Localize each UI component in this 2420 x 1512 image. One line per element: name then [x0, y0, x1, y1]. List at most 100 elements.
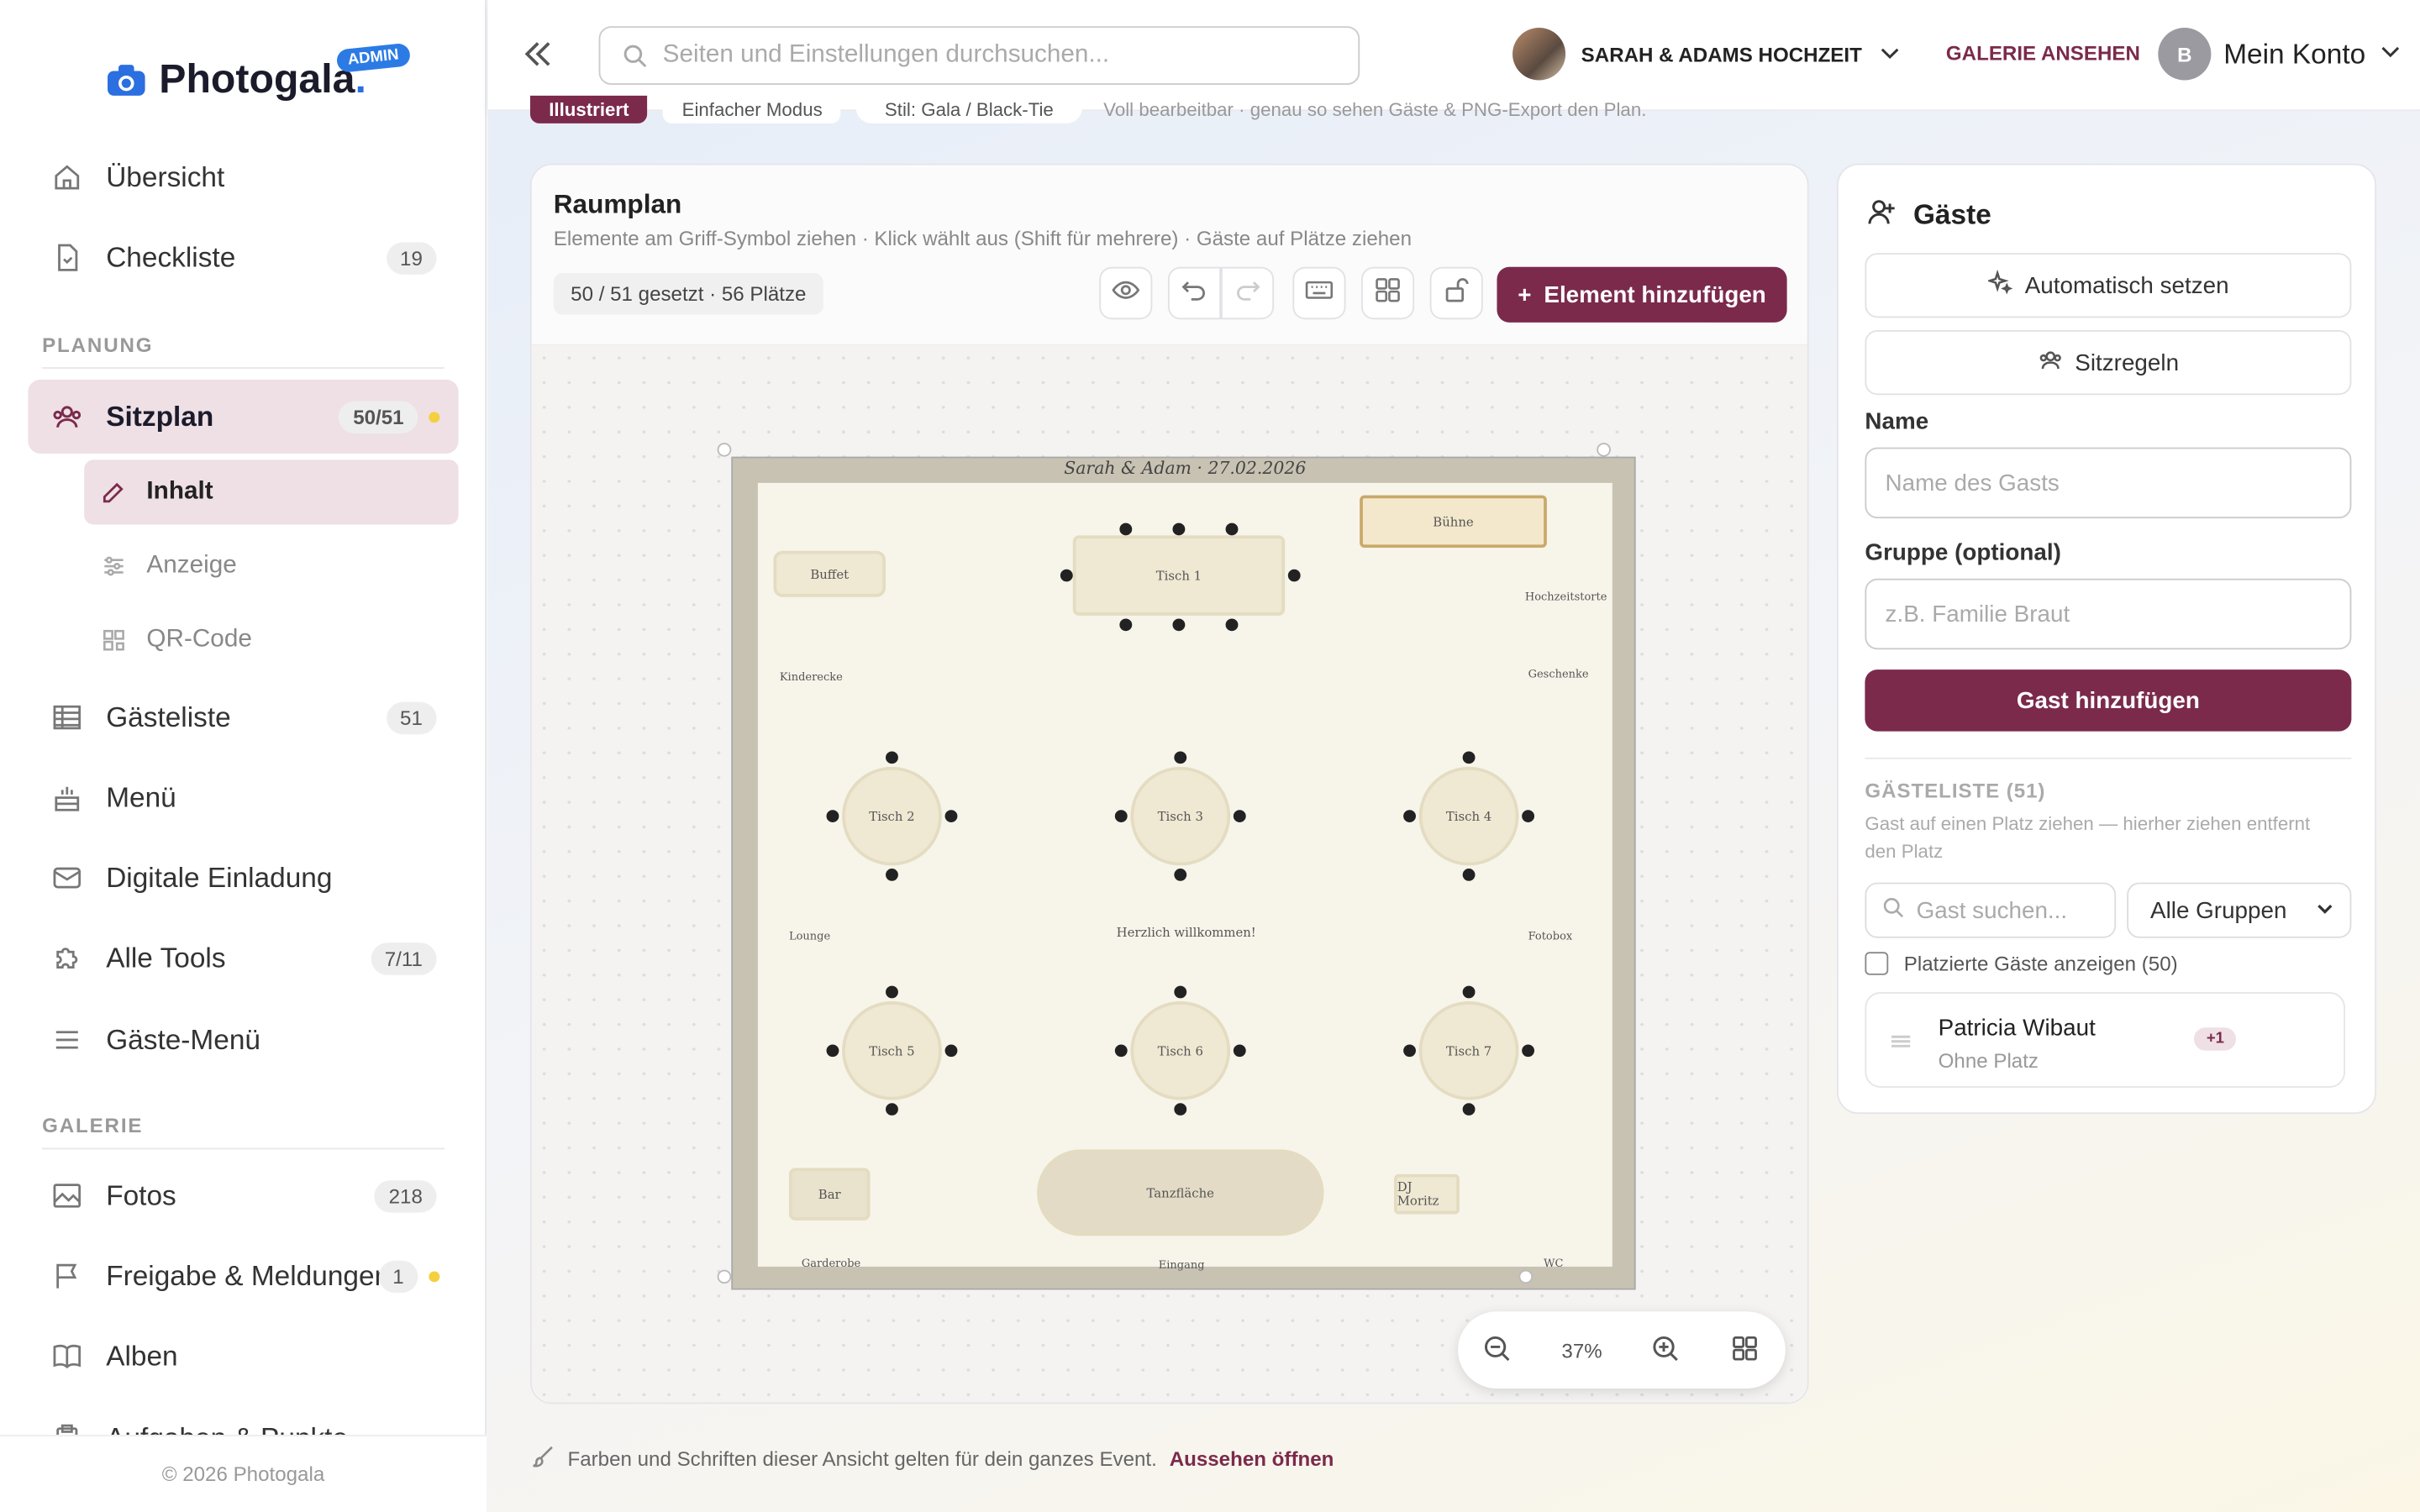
- nav-gaeste-menu[interactable]: Gäste-Menü: [28, 1005, 458, 1075]
- table-1[interactable]: Tisch 1: [1072, 535, 1286, 616]
- event-switcher[interactable]: SARAH & ADAMS HOCHZEIT: [1512, 28, 1902, 81]
- room[interactable]: Sarah & Adam · 27.02.2026 Buffet Bühne H…: [717, 443, 1636, 1290]
- guest-name-input[interactable]: Name des Gasts: [1865, 447, 2352, 519]
- tab-einfacher-modus[interactable]: Einfacher Modus: [663, 95, 841, 123]
- nav-alle-tools[interactable]: Alle Tools 7/11: [28, 922, 458, 993]
- redo-button[interactable]: [1221, 266, 1275, 320]
- chair[interactable]: [1060, 569, 1073, 582]
- guest-group-input[interactable]: z.B. Familie Braut: [1865, 578, 2352, 650]
- chair[interactable]: [1174, 751, 1187, 764]
- add-element-button[interactable]: + Element hinzufügen: [1497, 266, 1787, 323]
- chair[interactable]: [1172, 522, 1186, 536]
- chair[interactable]: [944, 1044, 958, 1058]
- chair[interactable]: [944, 810, 958, 822]
- chair[interactable]: [1462, 1103, 1476, 1116]
- resize-handle[interactable]: [1597, 443, 1611, 457]
- logo[interactable]: Photogala.: [106, 55, 366, 103]
- resize-handle[interactable]: [1518, 1269, 1534, 1284]
- nav-freigabe[interactable]: Freigabe & Meldungen 1: [28, 1241, 458, 1311]
- tab-illustriert[interactable]: Illustriert: [529, 95, 648, 123]
- zoom-out-icon[interactable]: [1482, 1332, 1513, 1368]
- name-label: Name: [1865, 408, 1929, 435]
- chair[interactable]: [1225, 618, 1239, 632]
- show-placed-checkbox[interactable]: Platzierte Gäste anzeigen (50): [1865, 952, 2178, 975]
- table-5[interactable]: Tisch 5: [842, 1001, 942, 1100]
- table-7[interactable]: Tisch 7: [1418, 1001, 1519, 1100]
- nav-gaesteliste[interactable]: Gästeliste 51: [28, 682, 458, 753]
- chair[interactable]: [886, 1103, 898, 1116]
- dj-booth[interactable]: DJ Moritz: [1393, 1173, 1460, 1215]
- chair[interactable]: [1114, 810, 1128, 822]
- buehne-label: Bühne: [1433, 514, 1474, 529]
- chair[interactable]: [826, 1044, 839, 1058]
- chair[interactable]: [886, 869, 898, 881]
- nav-checkliste[interactable]: Checkliste 19: [28, 222, 458, 292]
- nav-fotos[interactable]: Fotos 218: [28, 1160, 458, 1231]
- preview-button[interactable]: [1099, 266, 1153, 320]
- geschenke-label: Geschenke: [1528, 668, 1589, 680]
- auto-assign-button[interactable]: Automatisch setzen: [1865, 253, 2352, 318]
- appearance-link[interactable]: Aussehen öffnen: [1170, 1447, 1334, 1471]
- style-selector[interactable]: Stil: Gala / Black-Tie: [856, 95, 1082, 123]
- chair[interactable]: [826, 810, 839, 822]
- chair[interactable]: [1119, 522, 1133, 536]
- guest-search-input[interactable]: Gast suchen...: [1865, 882, 2117, 938]
- buehne[interactable]: Bühne: [1360, 495, 1547, 549]
- chair[interactable]: [1403, 810, 1416, 822]
- search-input[interactable]: Seiten und Einstellungen durchsuchen...: [598, 26, 1360, 86]
- chair[interactable]: [1174, 985, 1187, 999]
- chair[interactable]: [1522, 1044, 1535, 1058]
- chair[interactable]: [1172, 618, 1186, 632]
- table-2[interactable]: Tisch 2: [842, 766, 942, 866]
- add-guest-button[interactable]: Gast hinzufügen: [1865, 669, 2352, 732]
- lock-button[interactable]: [1429, 266, 1483, 320]
- checkbox[interactable]: [1865, 952, 1889, 975]
- table-4[interactable]: Tisch 4: [1418, 766, 1519, 866]
- resize-handle[interactable]: [717, 1269, 732, 1284]
- fit-grid-icon[interactable]: [1730, 1332, 1761, 1368]
- chair[interactable]: [1462, 985, 1476, 999]
- chair[interactable]: [1174, 869, 1187, 881]
- nav-sitzplan[interactable]: Sitzplan 50/51: [28, 379, 459, 454]
- grid-button[interactable]: [1361, 266, 1415, 320]
- chair[interactable]: [886, 985, 898, 999]
- subnav-inhalt[interactable]: Inhalt: [84, 459, 459, 525]
- chair[interactable]: [1287, 569, 1301, 582]
- nav-menu[interactable]: Menü: [28, 762, 458, 832]
- section-galerie: GALERIE: [42, 1114, 144, 1137]
- chair[interactable]: [1462, 869, 1476, 881]
- group-filter-select[interactable]: Alle Gruppen: [2127, 882, 2352, 938]
- seat-count: 50 / 51 gesetzt · 56 Plätze: [553, 273, 823, 315]
- account-menu[interactable]: B Mein Konto: [2158, 28, 2402, 81]
- collapse-sidebar-icon[interactable]: [519, 37, 554, 79]
- subnav-anzeige[interactable]: Anzeige: [84, 533, 458, 598]
- chair[interactable]: [1114, 1044, 1128, 1058]
- chair[interactable]: [1233, 810, 1246, 822]
- chair[interactable]: [1119, 618, 1133, 632]
- chair[interactable]: [1174, 1103, 1187, 1116]
- chair[interactable]: [1225, 522, 1239, 536]
- buffet[interactable]: Buffet: [773, 550, 886, 597]
- chair[interactable]: [1233, 1044, 1246, 1058]
- chair[interactable]: [1403, 1044, 1416, 1058]
- undo-button[interactable]: [1167, 266, 1222, 320]
- gallery-link[interactable]: GALERIE ANSEHEN: [1946, 42, 2140, 66]
- nav-einladung[interactable]: Digitale Einladung: [28, 843, 458, 913]
- seat-rules-button[interactable]: Sitzregeln: [1865, 330, 2352, 396]
- subnav-qrcode[interactable]: QR-Code: [84, 608, 458, 673]
- nav-uebersicht[interactable]: Übersicht: [28, 142, 458, 213]
- chair[interactable]: [1522, 810, 1535, 822]
- dancefloor[interactable]: Tanzfläche: [1037, 1149, 1324, 1236]
- table-6[interactable]: Tisch 6: [1130, 1001, 1231, 1100]
- chair[interactable]: [886, 751, 898, 764]
- nav-alben[interactable]: Alben: [28, 1320, 458, 1391]
- guest-card[interactable]: Patricia Wibaut Ohne Platz +1: [1865, 991, 2345, 1088]
- nav-aufgaben[interactable]: Aufgaben & Punkte: [28, 1401, 458, 1436]
- chair[interactable]: [1462, 751, 1476, 764]
- table-3[interactable]: Tisch 3: [1130, 766, 1231, 866]
- keyboard-button[interactable]: [1292, 266, 1346, 320]
- drag-handle-icon[interactable]: [1888, 1031, 1913, 1058]
- resize-handle[interactable]: [717, 443, 732, 457]
- zoom-in-icon[interactable]: [1650, 1332, 1681, 1368]
- bar[interactable]: Bar: [788, 1168, 871, 1221]
